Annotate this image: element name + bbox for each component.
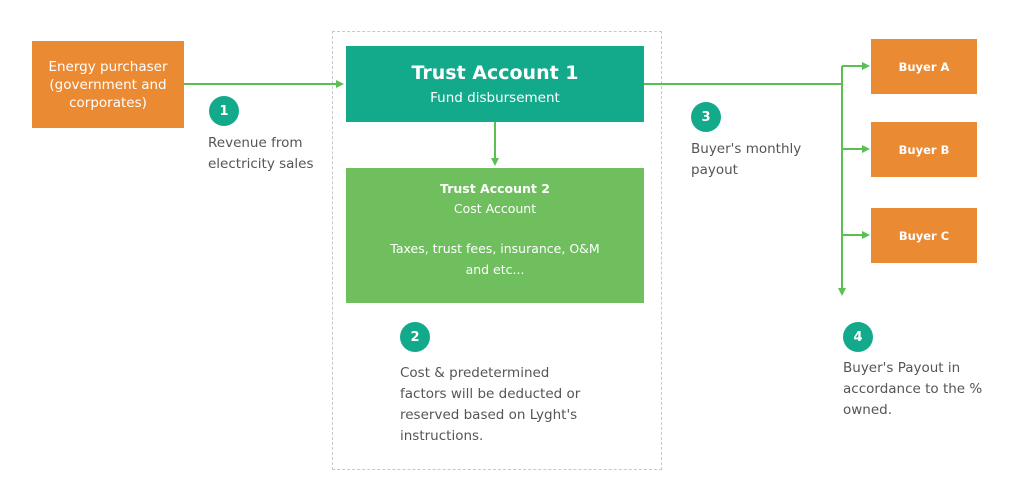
trust-account-2-title: Trust Account 2 [440, 181, 550, 196]
energy-purchaser-box: Energy purchaser (government and corpora… [32, 41, 184, 128]
buyer-c-label: Buyer C [898, 228, 950, 243]
step-2-caption: Cost & predetermined factors will be ded… [400, 365, 581, 444]
step-1-caption: Revenue from electricity sales [208, 135, 314, 172]
trust-account-1-subtitle: Fund disbursement [430, 90, 560, 106]
buyer-c-box: Buyer C [871, 208, 977, 263]
step-3-badge: 3 [691, 102, 721, 132]
step-4-caption: Buyer's Payout in accordance to the % ow… [843, 360, 983, 418]
buyer-a-label: Buyer A [898, 59, 950, 74]
step-1-badge: 1 [209, 96, 239, 126]
step-3-caption: Buyer's monthly payout [691, 141, 802, 178]
energy-purchaser-label: Energy purchaser (government and corpora… [48, 58, 168, 111]
step-2-badge: 2 [400, 322, 430, 352]
trust-account-2-description: Taxes, trust fees, insurance, O&M and et… [390, 241, 600, 277]
step-2-number: 2 [410, 329, 420, 345]
trust-account-2-box: Trust Account 2 Cost Account Taxes, trus… [346, 168, 644, 303]
step-3-number: 3 [701, 109, 711, 125]
buyer-b-label: Buyer B [898, 142, 950, 157]
step-4-badge: 4 [843, 322, 873, 352]
buyer-b-box: Buyer B [871, 122, 977, 177]
trust-account-1-box: Trust Account 1 Fund disbursement [346, 46, 644, 122]
buyer-a-box: Buyer A [871, 39, 977, 94]
step-4-number: 4 [853, 329, 863, 345]
trust-account-2-subtitle: Cost Account [453, 201, 537, 216]
step-1-number: 1 [219, 103, 229, 119]
trust-account-1-title: Trust Account 1 [411, 62, 579, 84]
